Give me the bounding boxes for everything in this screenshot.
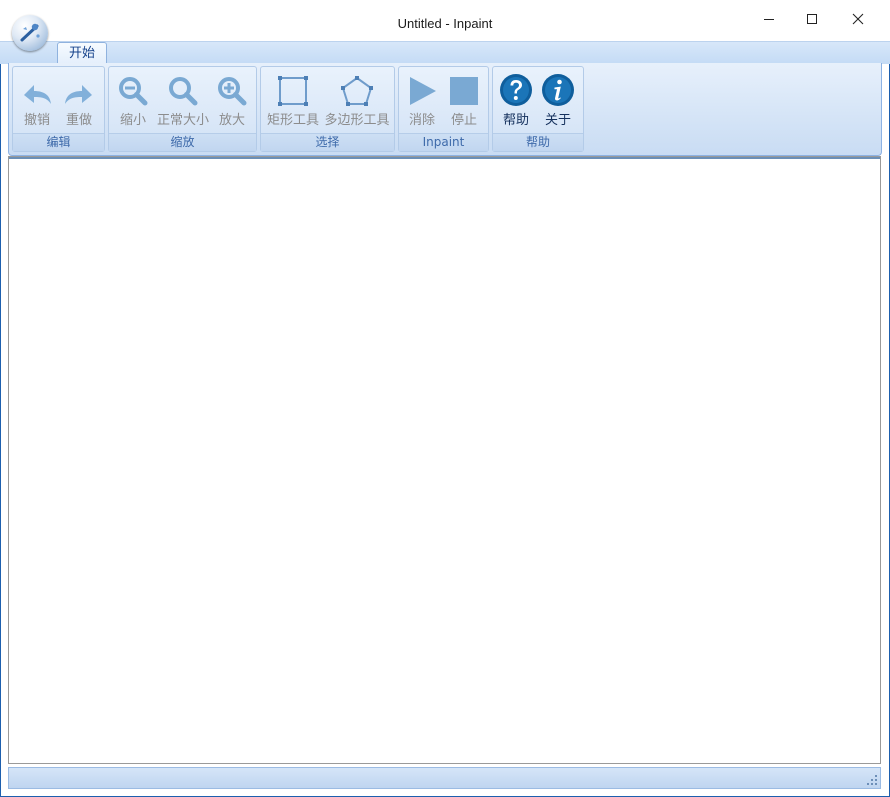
app-menu-button[interactable]	[12, 15, 48, 51]
erase-run-label: 消除	[408, 113, 435, 128]
stop-button[interactable]: 停止	[444, 69, 484, 131]
undo-button[interactable]: 撤销	[17, 69, 57, 131]
ribbon-panel: 撤销 重做 编辑 缩小 正常大小 放大 缩放 矩形工具 多边形工具 选择 消除 …	[8, 63, 882, 156]
group-label-edit: 编辑	[13, 133, 104, 151]
group-label-inpaint: Inpaint	[399, 133, 488, 151]
zoom-in-button[interactable]: 放大	[212, 69, 252, 131]
zoom-out-icon	[119, 77, 148, 106]
minimize-button[interactable]	[746, 4, 792, 34]
about-button[interactable]: 关于	[538, 69, 578, 131]
play-icon	[410, 77, 436, 105]
polygon-tool-button[interactable]: 多边形工具	[323, 69, 391, 131]
polygon-tool-label: 多边形工具	[324, 113, 390, 128]
minimize-icon	[764, 19, 774, 20]
ribbon-group-help: 帮助 关于 帮助	[492, 66, 584, 152]
zoom-out-label: 缩小	[119, 113, 146, 128]
erase-run-button[interactable]: 消除	[402, 69, 442, 131]
group-label-selection: 选择	[261, 133, 394, 151]
group-label-zoom: 缩放	[109, 133, 256, 151]
maximize-icon	[807, 14, 817, 24]
ribbon-group-inpaint: 消除 停止 Inpaint	[398, 66, 489, 152]
redo-icon	[65, 85, 92, 104]
stop-label: 停止	[450, 113, 477, 128]
zoom-normal-icon	[169, 77, 198, 106]
ribbon-tab-strip: 开始	[0, 41, 890, 65]
info-icon	[542, 74, 574, 106]
resize-grip-icon[interactable]	[866, 774, 878, 786]
close-icon	[852, 13, 864, 25]
rectangle-tool-icon	[278, 76, 308, 106]
rectangle-tool-button[interactable]: 矩形工具	[264, 69, 322, 131]
help-label: 帮助	[502, 113, 529, 128]
app-window: Untitled - Inpaint 开始 撤销 重做 编辑 缩小 正常大小 放…	[0, 0, 890, 797]
status-bar	[8, 767, 881, 789]
maximize-button[interactable]	[789, 4, 835, 34]
about-label: 关于	[544, 113, 571, 128]
zoom-normal-button[interactable]: 正常大小	[155, 69, 211, 131]
undo-label: 撤销	[23, 113, 50, 128]
group-label-help: 帮助	[493, 133, 583, 151]
image-canvas[interactable]	[8, 156, 881, 764]
stop-icon	[450, 77, 478, 105]
zoom-in-icon	[218, 77, 247, 106]
ribbon-group-edit: 撤销 重做 编辑	[12, 66, 105, 152]
tab-home[interactable]: 开始	[57, 42, 107, 65]
help-button[interactable]: 帮助	[496, 69, 536, 131]
help-icon	[500, 74, 532, 106]
redo-button[interactable]: 重做	[59, 69, 99, 131]
rectangle-tool-label: 矩形工具	[266, 113, 319, 128]
title-bar[interactable]: Untitled - Inpaint	[0, 0, 890, 41]
zoom-normal-label: 正常大小	[156, 113, 209, 128]
inpaint-app-orb-icon	[20, 23, 40, 42]
close-button[interactable]	[835, 4, 881, 34]
zoom-in-label: 放大	[218, 113, 245, 128]
polygon-tool-icon	[341, 76, 373, 106]
ribbon-group-selection: 矩形工具 多边形工具 选择	[260, 66, 395, 152]
zoom-out-button[interactable]: 缩小	[113, 69, 153, 131]
ribbon-group-zoom: 缩小 正常大小 放大 缩放	[108, 66, 257, 152]
redo-label: 重做	[65, 113, 92, 128]
undo-icon	[24, 85, 51, 104]
